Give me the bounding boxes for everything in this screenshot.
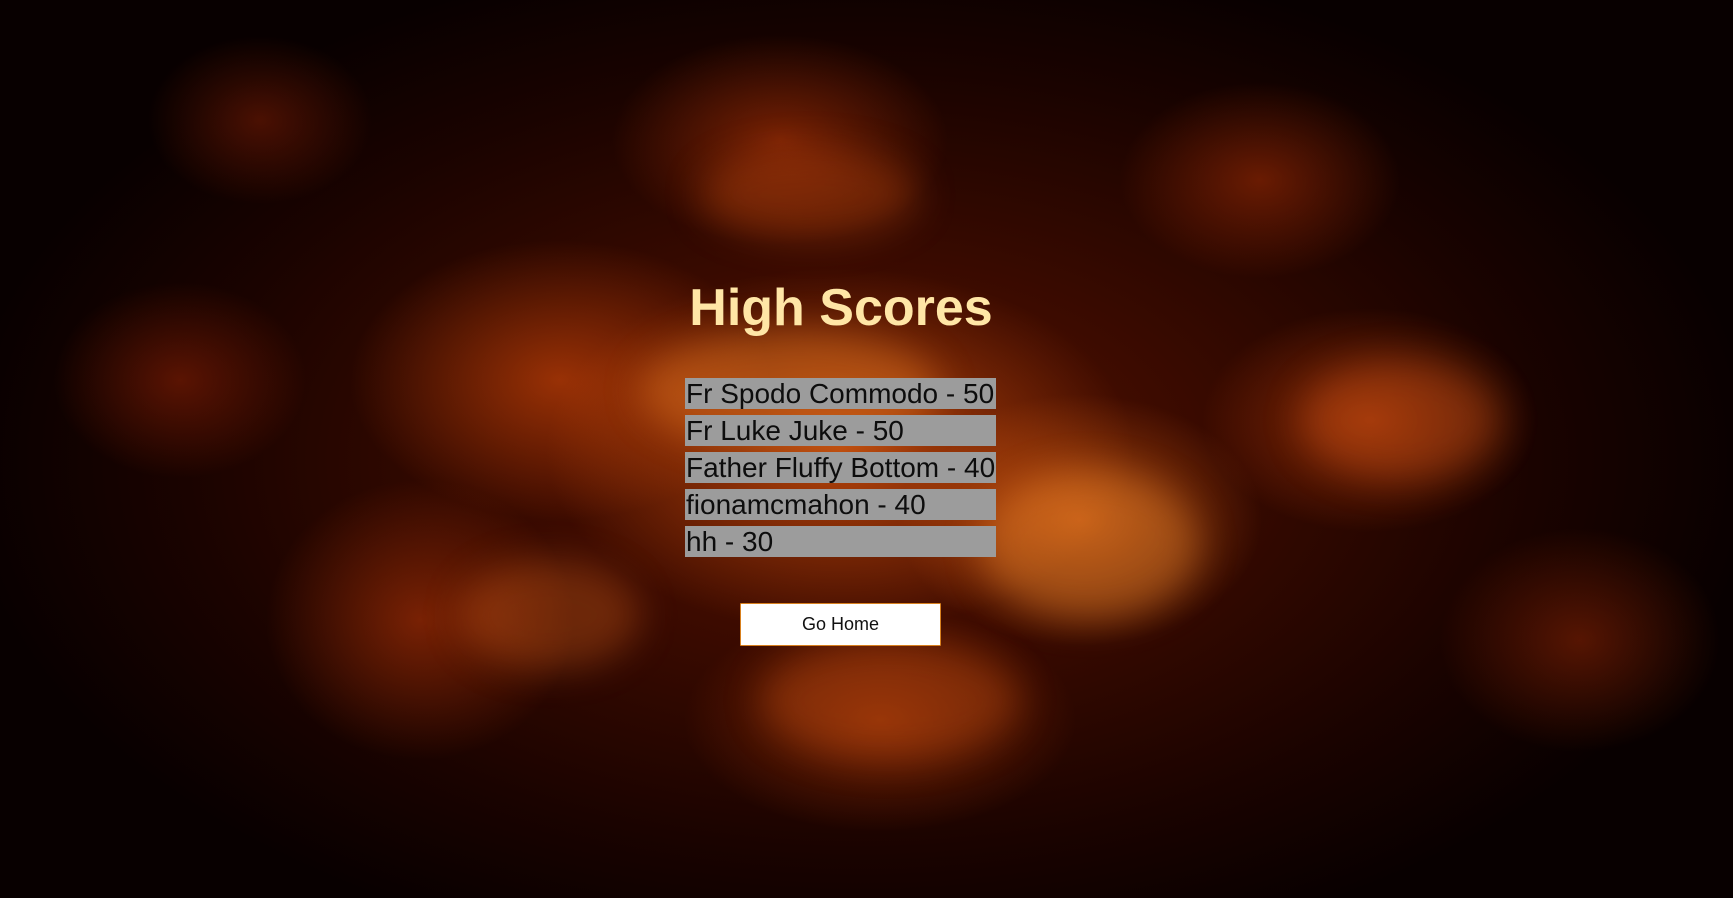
- score-entry: hh - 30: [685, 526, 996, 557]
- score-list: Fr Spodo Commodo - 50 Fr Luke Juke - 50 …: [685, 378, 996, 563]
- score-entry: fionamcmahon - 40: [685, 489, 996, 520]
- score-entry: Fr Spodo Commodo - 50: [685, 378, 996, 409]
- go-home-button[interactable]: Go Home: [740, 603, 941, 646]
- page-title: High Scores: [689, 279, 993, 337]
- score-entry: Father Fluffy Bottom - 40: [685, 452, 996, 483]
- high-scores-screen: High Scores Fr Spodo Commodo - 50 Fr Luk…: [0, 0, 1733, 898]
- score-entry: Fr Luke Juke - 50: [685, 415, 996, 446]
